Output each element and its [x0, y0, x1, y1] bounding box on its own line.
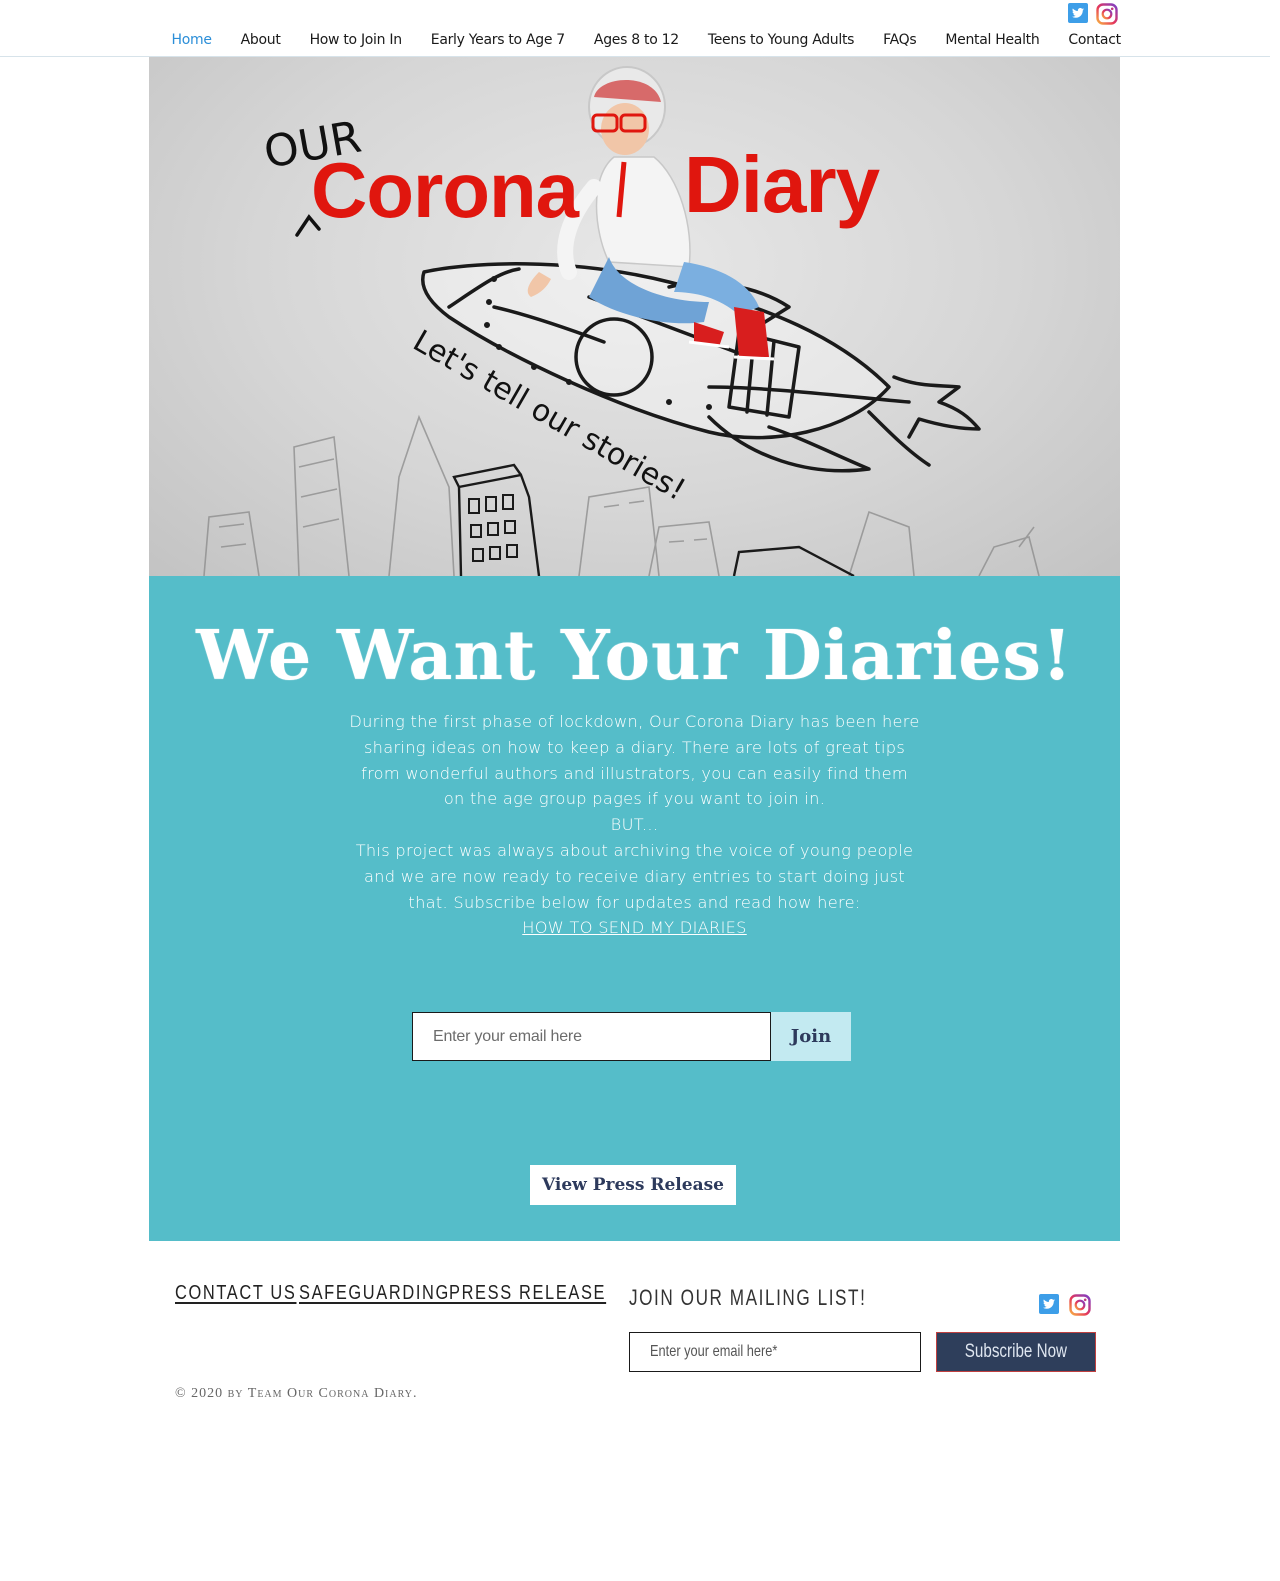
mailing-placeholder: Enter your email here* — [650, 1343, 778, 1360]
hero-illustration: OUR Corona Diary Let's tell our stories! — [203, 66, 1040, 576]
social-bar-footer — [1039, 1294, 1091, 1316]
how-to-send-link[interactable]: HOW TO SEND MY DIARIES — [522, 918, 747, 937]
footer-links: CONTACT US SAFEGUARDING PRESS RELEASE — [175, 1282, 641, 1305]
nav-item-about[interactable]: About — [226, 32, 295, 48]
logo-diary: Diary — [684, 140, 881, 229]
nav-item-how-to-join[interactable]: How to Join In — [295, 32, 416, 48]
main-nav: Home About How to Join In Early Years to… — [157, 29, 1135, 51]
nav-item-ages-8-12[interactable]: Ages 8 to 12 — [579, 32, 693, 48]
intro-paragraph-1: During the first phase of lockdown, Our … — [349, 712, 920, 809]
email-placeholder: Enter your email here — [433, 1027, 582, 1045]
social-bar-top — [1068, 3, 1118, 25]
twitter-icon[interactable] — [1068, 3, 1088, 23]
main-headline: We Want Your Diaries! — [196, 616, 1073, 696]
footer-contact-link[interactable]: CONTACT US — [175, 1282, 295, 1305]
twitter-icon[interactable] — [1039, 1294, 1059, 1314]
footer-press-link[interactable]: PRESS RELEASE — [449, 1282, 606, 1305]
intro-paragraph-2: This project was always about archiving … — [355, 840, 914, 912]
subscribe-button[interactable]: Subscribe Now — [936, 1332, 1096, 1372]
nav-item-mental-health[interactable]: Mental Health — [931, 32, 1054, 48]
instagram-icon[interactable] — [1069, 1294, 1091, 1316]
intro-but: BUT... — [610, 815, 659, 835]
subscribe-label: Subscribe Now — [964, 1341, 1068, 1362]
mailing-email-input[interactable]: Enter your email here* — [629, 1332, 921, 1372]
logo-corona: Corona — [311, 146, 580, 234]
copyright-text: © 2020 by Team Our Corona Diary. — [175, 1386, 418, 1401]
press-release-button[interactable]: View Press Release — [530, 1165, 736, 1205]
diaries-section: We Want Your Diaries! During the first p… — [149, 576, 1120, 1241]
instagram-icon[interactable] — [1096, 3, 1118, 25]
nav-item-home[interactable]: Home — [157, 32, 226, 48]
join-form: Enter your email here Join — [412, 1012, 851, 1061]
join-button[interactable]: Join — [771, 1012, 851, 1061]
nav-item-faqs[interactable]: FAQs — [869, 32, 931, 48]
intro-text: During the first phase of lockdown, Our … — [349, 709, 920, 941]
mailing-list-title: JOIN OUR MAILING LIST! — [629, 1285, 867, 1310]
nav-item-teens[interactable]: Teens to Young Adults — [693, 32, 868, 48]
nav-item-early-years[interactable]: Early Years to Age 7 — [416, 32, 579, 48]
email-input[interactable]: Enter your email here — [412, 1012, 771, 1061]
footer-safeguarding-link[interactable]: SAFEGUARDING — [299, 1282, 448, 1305]
nav-item-contact[interactable]: Contact — [1054, 32, 1135, 48]
hero-banner: OUR Corona Diary Let's tell our stories! — [149, 57, 1120, 576]
